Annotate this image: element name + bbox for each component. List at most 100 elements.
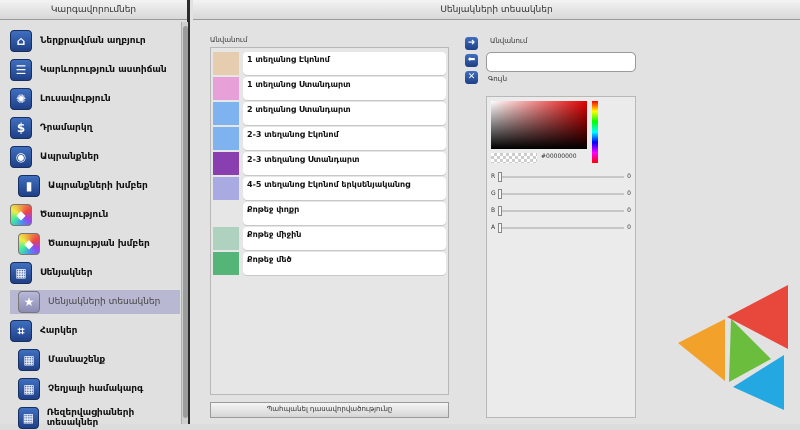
channel-label: R	[491, 173, 496, 180]
room-type-label: Քոթեջ փոքր	[243, 202, 446, 225]
dollar-icon: $	[10, 117, 32, 139]
bulb-icon: ✺	[10, 88, 32, 110]
sidebar-item-12[interactable]: ▦ Չեղյալի համակարգ	[10, 377, 180, 401]
color-swatch	[213, 152, 239, 175]
color-preview	[491, 153, 537, 163]
list-icon: ☰	[10, 59, 32, 81]
saturation-value-area[interactable]	[491, 101, 587, 149]
sidebar-item-label: Չեղյալի համակարգ	[48, 384, 144, 394]
color-swatch	[213, 127, 239, 150]
channel-slider-a[interactable]: A0	[491, 223, 631, 233]
building-icon: ▦	[18, 378, 40, 400]
name-input[interactable]	[486, 52, 636, 72]
building-icon: ▦	[18, 349, 40, 371]
color-label: Գույն	[488, 75, 508, 83]
color-swatch	[213, 52, 239, 75]
hex-value: #00000000	[541, 153, 577, 160]
sidebar-item-13[interactable]: ▦ Ռեզերվացիաների տեսակներ	[10, 406, 180, 430]
sidebar-item-7[interactable]: ◆ Ծառայության խմբեր	[10, 232, 180, 256]
sidebar-item-label: Լուսավություն	[40, 94, 111, 104]
scrollbar-thumb[interactable]	[183, 26, 188, 418]
room-type-label: Քոթեջ միջին	[243, 227, 446, 250]
palette-icon: ◆	[18, 233, 40, 255]
room-type-row[interactable]: 1 տեղանոց Ստանդարտ	[213, 77, 446, 100]
tag-icon: ◉	[10, 146, 32, 168]
room-type-row[interactable]: 1 տեղանոց Էկոնոմ	[213, 52, 446, 75]
channel-value: 0	[627, 190, 631, 197]
room-type-row[interactable]: Քոթեջ փոքր	[213, 202, 446, 225]
room-type-label: 2-3 տեղանոց Էկոնոմ	[243, 127, 446, 150]
app-logo	[678, 285, 788, 410]
name-label: Անվանում	[490, 37, 528, 45]
room-type-row[interactable]: Քոթեջ մեծ	[213, 252, 446, 275]
slider-knob[interactable]	[498, 223, 502, 233]
channel-value: 0	[627, 224, 631, 231]
sidebar-item-0[interactable]: ⌂ Ներքրավման աղբյուր	[0, 29, 180, 53]
room-type-row[interactable]: 2-3 տեղանոց Էկոնոմ	[213, 127, 446, 150]
house-icon: ⌂	[10, 30, 32, 52]
sidebar-item-6[interactable]: ◆ Ծառայություն	[0, 203, 180, 227]
room-type-row[interactable]: 2 տեղանոց Ստանդարտ	[213, 102, 446, 125]
sidebar-item-4[interactable]: ◉ Ապրանքներ	[0, 145, 180, 169]
building-icon: ▦	[18, 407, 39, 429]
sidebar-item-label: Սենյակներ	[40, 268, 93, 278]
sidebar-scrollbar[interactable]	[181, 22, 188, 424]
sidebar-title: Կարգավորումներ	[0, 0, 187, 20]
sidebar-item-5[interactable]: ▮ Ապրանքների խմբեր	[10, 174, 180, 198]
sidebar-item-label: Ռեզերվացիաների տեսակներ	[46, 408, 135, 428]
channel-slider-b[interactable]: B0	[491, 206, 631, 216]
page-title: Սենյակների տեսակներ	[193, 0, 800, 20]
save-order-button[interactable]: Պահպանել դասավորվածությունը	[210, 402, 449, 418]
sidebar-item-8[interactable]: ▦ Սենյակներ	[0, 261, 180, 285]
settings-sidebar: Կարգավորումներ ⌂ Ներքրավման աղբյուր ☰ Կարևո…	[0, 0, 190, 429]
room-type-label: 2 տեղանոց Ստանդարտ	[243, 102, 446, 125]
sidebar-item-label: Կարևորություն աստիճան	[40, 65, 167, 75]
delete-icon[interactable]: ✕	[465, 71, 478, 84]
room-type-label: 2-3 տեղանոց Ստանդարտ	[243, 152, 446, 175]
arrow-left-icon[interactable]: ⬅	[465, 54, 478, 67]
room-type-label: Քոթեջ մեծ	[243, 252, 446, 275]
channel-label: G	[491, 190, 496, 197]
hue-slider[interactable]	[592, 101, 598, 163]
slider-track[interactable]	[499, 227, 624, 229]
slider-track[interactable]	[499, 210, 624, 212]
sidebar-item-label: Ապրանքների խմբեր	[48, 181, 148, 191]
slider-track[interactable]	[499, 176, 624, 178]
channel-value: 0	[627, 173, 631, 180]
room-type-row[interactable]: Քոթեջ միջին	[213, 227, 446, 250]
slider-knob[interactable]	[498, 206, 502, 216]
channel-label: A	[491, 224, 496, 231]
sidebar-item-label: Ապրանքներ	[40, 152, 99, 162]
app-window: Կարգավորումներ ⌂ Ներքրավման աղբյուր ☰ Կարևո…	[0, 0, 800, 429]
color-swatch	[213, 202, 239, 225]
sidebar-item-11[interactable]: ▦ Մասնաշենք	[10, 348, 180, 372]
color-swatch	[213, 77, 239, 100]
star-icon: ★	[18, 291, 40, 313]
arrow-right-icon[interactable]: ➜	[465, 37, 478, 50]
slider-knob[interactable]	[498, 172, 502, 182]
sidebar-item-2[interactable]: ✺ Լուսավություն	[0, 87, 180, 111]
channel-label: B	[491, 207, 496, 214]
stairs-icon: ⌗	[10, 320, 32, 342]
sidebar-item-label: Ծառայության խմբեր	[48, 239, 150, 249]
room-type-row[interactable]: 2-3 տեղանոց Ստանդարտ	[213, 152, 446, 175]
sidebar-item-9[interactable]: ★ Սենյակների տեսակներ	[10, 290, 180, 314]
sidebar-item-label: Ներքրավման աղբյուր	[40, 36, 146, 46]
room-type-label: 4-5 տեղանոց Էկոնոմ երկսենյականոց	[243, 177, 446, 200]
building-icon: ▦	[10, 262, 32, 284]
sidebar-item-3[interactable]: $ Դրամարկղ	[0, 116, 180, 140]
color-swatch	[213, 177, 239, 200]
color-swatch	[213, 252, 239, 275]
channel-slider-r[interactable]: R0	[491, 172, 631, 182]
sidebar-item-label: Սենյակների տեսակներ	[48, 297, 161, 307]
slider-track[interactable]	[499, 193, 624, 195]
sidebar-item-1[interactable]: ☰ Կարևորություն աստիճան	[0, 58, 180, 82]
room-type-row[interactable]: 4-5 տեղանոց Էկոնոմ երկսենյականոց	[213, 177, 446, 200]
sidebar-item-10[interactable]: ⌗ Հարկեր	[0, 319, 180, 343]
palette-icon: ◆	[10, 204, 32, 226]
color-swatch	[213, 227, 239, 250]
slider-knob[interactable]	[498, 189, 502, 199]
phone-icon: ▮	[18, 175, 40, 197]
list-header: Անվանում	[210, 36, 248, 44]
channel-slider-g[interactable]: G0	[491, 189, 631, 199]
